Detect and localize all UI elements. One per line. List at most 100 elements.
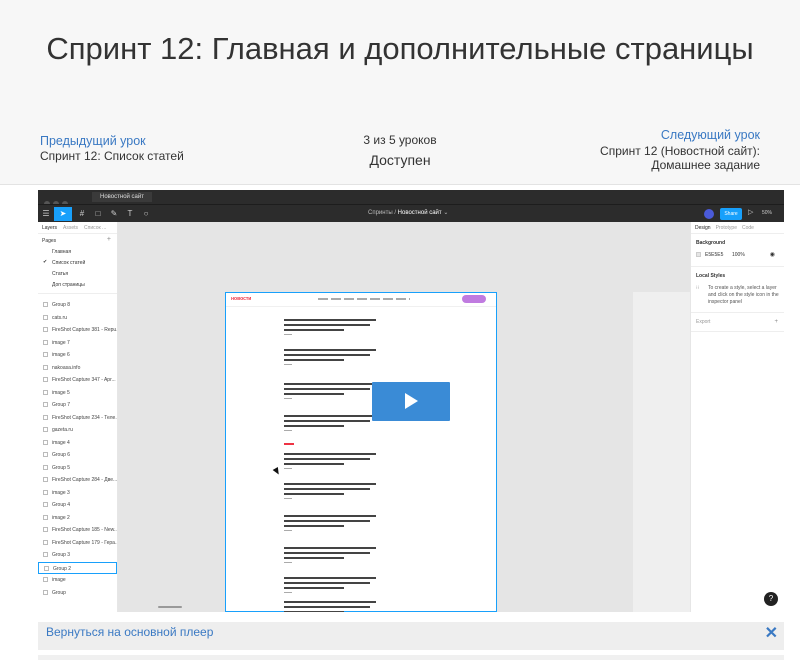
export-section: Export + [691,313,784,332]
pages-header: Pages + [42,236,111,244]
artboard-frame: новости [225,292,497,612]
article-preview [284,415,376,431]
pages-divider [38,293,117,294]
figma-toolbar: ☰ ➤ # □ ✎ T ○ Спринты / Новостной сайт ⌄… [38,204,784,222]
layer-item[interactable]: FireShot Capture 284 - Две... [38,474,117,487]
layer-icon [44,565,49,571]
figma-breadcrumb: Спринты / Новостной сайт ⌄ [368,210,449,216]
next-lesson-name-1: Спринт 12 (Новостной сайт): [600,144,760,158]
layer-item[interactable]: FireShot Capture 347 - Apr... [38,374,117,387]
layer-icon [43,389,48,395]
back-to-main-player-link[interactable]: Вернуться на основной плеер [46,625,213,639]
article-preview [284,319,376,335]
user-avatar [704,209,714,219]
layer-item[interactable]: nakoasa.info [38,362,117,375]
close-icon[interactable]: ✕ [765,624,778,644]
layer-icon [43,352,48,357]
layer-icon [43,314,48,320]
figma-design-panel: Design Prototype Code Background E5E5E5 10… [690,222,784,612]
pages-list: Главная ✔ Список статей Статья Доп страницы [38,246,117,290]
layer-item[interactable]: cats.ru [38,312,117,325]
layer-icon [43,589,48,595]
layer-item[interactable]: image 6 [38,349,117,362]
design-tabs: Design Prototype Code [691,222,784,234]
move-tool-icon: ➤ [54,207,72,221]
page-item[interactable]: ✔ Список статей [38,257,117,268]
tab-layers: Layers [42,225,58,231]
layer-icon [43,402,48,407]
play-icon [405,393,418,409]
figma-doc-tab: Новостной сайт [92,192,152,202]
bottom-strip [38,655,784,660]
lesson-count: 3 из 5 уроков [363,133,437,147]
article-preview [284,483,376,499]
lesson-navigation: Предыдущий урок Спринт 12: Список статей… [40,128,760,178]
layer-icon [43,377,48,382]
background-swatch [696,252,701,257]
shape-tool-icon: □ [95,209,101,218]
next-lesson-link[interactable]: Следующий урок [600,128,760,142]
layer-item[interactable]: image 2 [38,512,117,525]
layer-icon [43,477,48,482]
page-item[interactable]: Статья [38,268,117,279]
layer-item[interactable]: image 4 [38,437,117,450]
article-preview [284,601,376,612]
layer-item[interactable]: image 7 [38,337,117,350]
layer-icon [43,502,48,507]
local-styles-section: Local Styles ⁝⁝ To create a style, select… [691,267,784,313]
layer-item[interactable]: Group 3 [38,549,117,562]
site-logo: новости [231,296,252,302]
article-preview [284,383,376,399]
layer-item[interactable]: Group 2 [38,561,117,574]
video-play-button[interactable] [372,382,450,421]
article-preview [284,547,376,563]
layer-item[interactable]: image 5 [38,387,117,400]
layer-item[interactable]: Group 4 [38,499,117,512]
style-icon: ⁝⁝ [696,285,700,291]
add-export-icon: + [774,319,778,325]
help-button[interactable]: ? [764,592,778,606]
layer-icon [43,439,48,445]
lesson-title: Спринт 12: Главная и дополнительные стра… [46,31,754,66]
current-page-check-icon: ✔ [43,259,48,265]
layer-item[interactable]: FireShot Capture 234 - Теле... [38,412,117,425]
layer-item[interactable]: Group [38,587,117,600]
zoom-level: 50% [762,210,773,216]
article-preview [284,453,376,469]
pen-tool-icon: ✎ [110,209,118,218]
video-frame-figma-screenshot[interactable]: Новостной сайт ☰ ➤ # □ ✎ T ○ Спринты / Н… [38,190,784,612]
adjacent-frame [633,292,690,612]
layer-icon [43,327,48,332]
article-preview [284,577,376,593]
header-divider [0,184,800,185]
layers-list: Group 8 cats.ru FireShot Capture 381 - Rep… [38,299,117,599]
layer-item[interactable]: gazeta.ru [38,424,117,437]
tab-prototype: Prototype [715,225,737,231]
layer-icon [43,527,48,532]
layer-item[interactable]: Group 5 [38,462,117,475]
tab-assets: Assets [63,225,79,231]
add-page-icon: + [106,236,111,243]
layer-item[interactable]: image 3 [38,487,117,500]
layer-icon [43,364,48,370]
tab-design: Design [695,225,711,231]
layer-icon [43,539,48,545]
layer-item[interactable]: Group 8 [38,299,117,312]
layer-item[interactable]: Group 7 [38,399,117,412]
layer-item[interactable]: FireShot Capture 179 - Герa... [38,537,117,550]
layer-icon [43,577,48,582]
next-lesson[interactable]: Следующий урок Спринт 12 (Новостной сайт… [600,128,760,172]
layer-item[interactable]: image [38,574,117,587]
horizontal-scrollbar [158,606,182,608]
page-item[interactable]: Доп страницы [38,279,117,290]
figma-layers-panel: Layers Assets Список ... Pages + Главная ✔ Сп… [38,222,118,612]
page-item[interactable]: Главная [38,246,117,257]
layer-item[interactable]: Group 6 [38,449,117,462]
layer-item[interactable]: FireShot Capture 381 - Repu... [38,324,117,337]
site-pill-button [462,295,486,303]
layer-item[interactable]: FireShot Capture 185 - New... [38,524,117,537]
layer-icon [43,514,48,520]
layer-icon [43,464,48,470]
layer-icon [43,489,48,495]
layer-icon [43,452,48,457]
